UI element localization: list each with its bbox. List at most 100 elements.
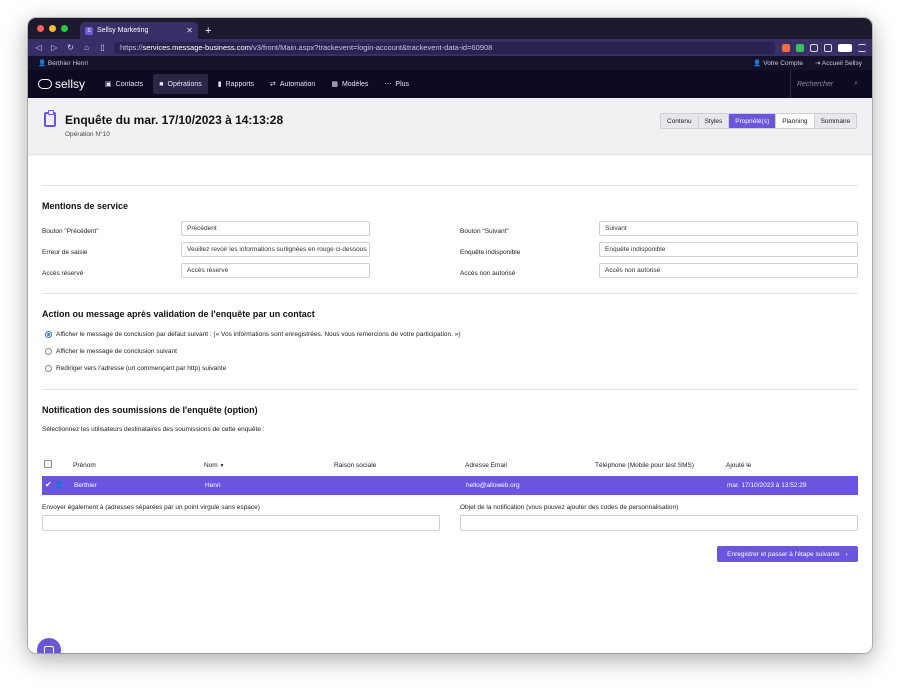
radio-redirect-url[interactable]: Rediriger vers l'adresse (url commençant… [45, 365, 226, 372]
browser-tabbar: S Sellsy Marketing ✕ + [28, 18, 872, 39]
col-telephone[interactable]: Téléphone (Mobile pour test SMS) [595, 462, 694, 469]
divider [42, 389, 858, 390]
sellsy-favicon-icon: S [85, 26, 93, 35]
close-window-button[interactable] [37, 25, 44, 32]
workflow-icon: ⇄ [270, 81, 276, 88]
col-raison-sociale[interactable]: Raison sociale [334, 462, 376, 469]
prev-button-field[interactable]: Précédent [181, 221, 370, 236]
nav-rapports[interactable]: ▮ Rapports [212, 74, 260, 94]
unauthorized-access-field[interactable]: Accès non autorisé [599, 263, 858, 278]
browser-tab[interactable]: S Sellsy Marketing ✕ [80, 22, 198, 39]
user-icon: 👤 [55, 482, 64, 489]
home-link[interactable]: ⇥ Accueil Sellsy [815, 59, 862, 67]
address-bar[interactable]: https://services.message-business.com/v3… [114, 41, 775, 54]
search-icon[interactable]: ⌕ [854, 80, 858, 88]
restricted-access-field[interactable]: Accès réservé [181, 263, 370, 278]
survey-unavailable-field[interactable]: Enquête indisponible [599, 242, 858, 257]
label-prev-button: Bouton "Précédent" [42, 228, 99, 235]
clipboard-icon [44, 110, 56, 127]
back-icon[interactable]: ◁ [34, 43, 43, 52]
brave-shield-icon[interactable] [782, 43, 790, 52]
prev-button-value: Précédent [187, 225, 217, 232]
tab-contenu[interactable]: Contenu [661, 114, 699, 128]
nav-modeles[interactable]: ▦ Modèles [325, 74, 374, 94]
page-title: Enquête du mar. 17/10/2023 à 14:13:28 [65, 113, 284, 127]
forward-icon[interactable]: ▷ [50, 43, 59, 52]
browser-toolbar: ◁ ▷ ↻ ⌂ ▯ https://services.message-busin… [28, 39, 872, 56]
tab-sommaire[interactable]: Sommaire [814, 114, 857, 128]
chevron-right-icon: › [845, 550, 848, 558]
nav-operations[interactable]: ■ Opérations [153, 74, 208, 94]
input-error-value: Veuillez revoir les informations surlign… [187, 246, 367, 253]
maximize-window-button[interactable] [61, 25, 68, 32]
account-link[interactable]: 👤 Votre Compte [753, 59, 803, 67]
home-icon[interactable]: ⌂ [82, 43, 91, 52]
row-email: hello@alloweb.org [466, 482, 520, 489]
label-unauthorized-access: Accès non autorisé [460, 270, 516, 277]
extensions [782, 43, 866, 52]
bookmark-icon[interactable]: ▯ [98, 43, 107, 52]
reload-icon[interactable]: ↻ [66, 43, 75, 52]
glasses-icon[interactable] [838, 43, 852, 52]
sort-desc-icon[interactable]: ▼ [220, 463, 225, 469]
also-send-field[interactable] [42, 515, 440, 531]
more-icon: ⋯ [384, 81, 392, 88]
col-email[interactable]: Adresse Email [465, 462, 507, 469]
row-added: mar. 17/10/2023 à 13:52:29 [727, 482, 807, 489]
sellsy-logo[interactable]: sellsy [38, 77, 85, 91]
minimize-window-button[interactable] [49, 25, 56, 32]
label-survey-unavailable: Enquête indisponible [460, 249, 521, 256]
step-tabs: Contenu Styles Propriété(s) Planning Som… [660, 113, 858, 129]
nav-automation[interactable]: ⇄ Automation [264, 74, 321, 94]
save-next-button[interactable]: Enregistrer et passer à l'étape suivante… [717, 546, 858, 562]
url-path: /v3/front/Main.aspx?trackevent=login-acc… [250, 43, 493, 52]
menu-icon[interactable] [858, 43, 866, 52]
label-restricted-access: Accès réservé [42, 270, 84, 277]
notification-subject-field[interactable] [460, 515, 858, 531]
nav-plus[interactable]: ⋯ Plus [378, 74, 415, 94]
radio-custom-message-label: Afficher le message de conclusion suivan… [56, 348, 177, 355]
next-button-field[interactable]: Suivant [599, 221, 858, 236]
nav-contacts[interactable]: ▣ Contacts [99, 74, 149, 94]
extension-icon[interactable] [796, 43, 804, 52]
window-controls [37, 25, 68, 32]
checkmark-icon[interactable]: ✔ [45, 480, 52, 489]
current-user[interactable]: 👤 Berthier Henri [38, 59, 88, 67]
tab-title: Sellsy Marketing [97, 27, 149, 34]
col-prenom[interactable]: Prénom [73, 462, 96, 469]
row-prenom: Berthier [74, 482, 97, 489]
new-tab-icon[interactable]: + [205, 25, 211, 37]
home-link-label: Accueil Sellsy [821, 60, 862, 67]
radio-default-message[interactable]: Afficher le message de conclusion par dé… [45, 331, 461, 338]
radio-unchecked-icon[interactable] [45, 365, 52, 372]
nav-modeles-label: Modèles [341, 80, 369, 88]
nav-automation-label: Automation [279, 80, 316, 88]
radio-redirect-url-label: Rediriger vers l'adresse (url commençant… [56, 365, 227, 372]
chat-icon [44, 645, 54, 653]
radio-unchecked-icon[interactable] [45, 348, 52, 355]
sidebar-icon[interactable] [824, 43, 832, 52]
radio-custom-message[interactable]: Afficher le message de conclusion suivan… [45, 348, 177, 355]
tab-planning[interactable]: Planning [776, 114, 815, 128]
col-nom[interactable]: Nom ▼ [204, 462, 225, 469]
url-host: services.message-business.com [142, 43, 251, 52]
chat-support-button[interactable] [37, 638, 61, 653]
divider [42, 185, 858, 186]
tab-styles[interactable]: Styles [698, 114, 730, 128]
user-strip: 👤 Berthier Henri 👤 Votre Compte ⇥ Accuei… [28, 56, 872, 70]
close-tab-icon[interactable]: ✕ [186, 26, 193, 35]
row-nom: Henri [205, 482, 221, 489]
search-input[interactable]: Rechercher ⌕ [790, 70, 862, 98]
survey-unavailable-value: Enquête indisponible [605, 246, 666, 253]
label-next-button: Bouton "Suivant" [460, 228, 509, 235]
select-all-checkbox[interactable] [44, 460, 52, 468]
radio-checked-icon[interactable] [45, 331, 52, 338]
table-row[interactable]: ✔ 👤 Berthier Henri hello@alloweb.org mar… [42, 476, 858, 495]
input-error-field[interactable]: Veuillez revoir les informations surlign… [181, 242, 370, 257]
col-ajoute-le[interactable]: Ajouté le [726, 462, 751, 469]
label-notification-subject: Objet de la notification (vous pouvez aj… [460, 504, 679, 511]
main-content: Mentions de service Bouton "Précédent" P… [28, 156, 872, 653]
tab-proprietes[interactable]: Propriété(s) [729, 114, 777, 128]
puzzle-icon[interactable] [810, 43, 818, 52]
section-title-action: Action ou message après validation de l'… [42, 309, 315, 319]
